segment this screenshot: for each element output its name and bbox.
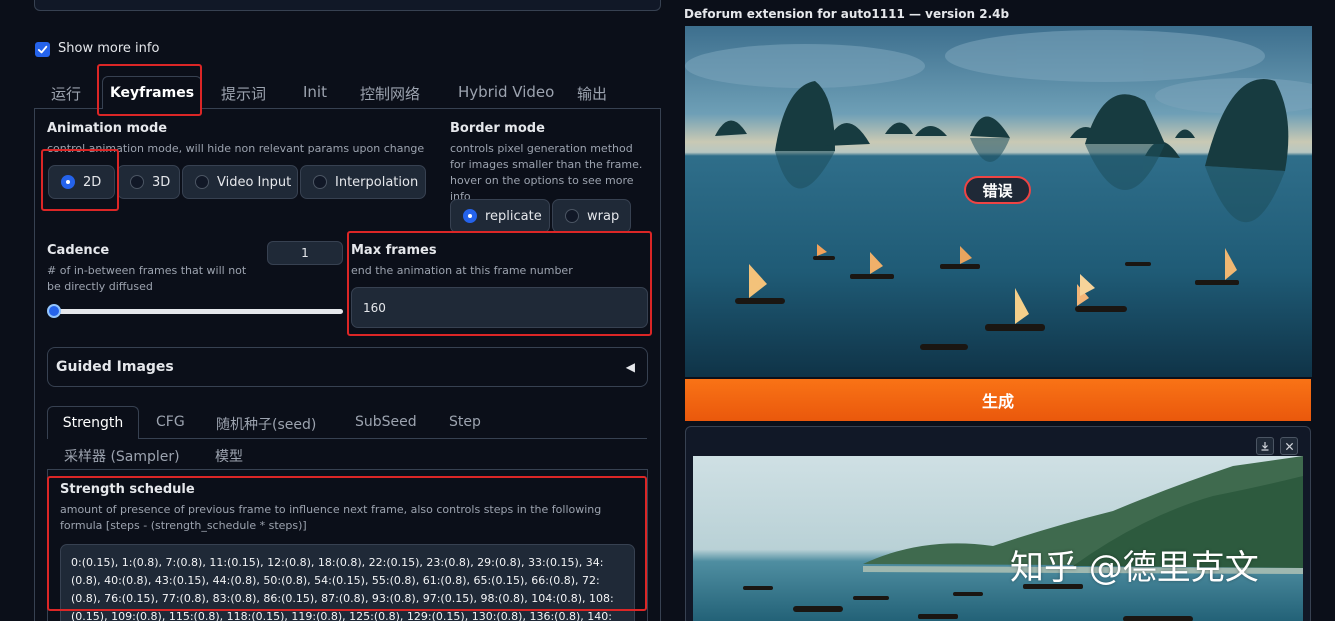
download-icon <box>1261 442 1269 451</box>
border-mode-replicate[interactable]: replicate <box>450 199 550 233</box>
subtab-cfg[interactable]: CFG <box>156 414 185 430</box>
radio-unselected-icon <box>565 209 579 223</box>
cadence-slider-thumb[interactable] <box>47 304 61 318</box>
border-mode-wrap[interactable]: wrap <box>552 199 631 233</box>
collapse-arrow-icon: ◀ <box>625 360 635 374</box>
guided-images-label: Guided Images <box>56 359 174 375</box>
animation-mode-interpolation[interactable]: Interpolation <box>300 165 426 199</box>
previous-section-box <box>34 0 661 11</box>
cadence-number-input[interactable]: 1 <box>267 241 343 265</box>
cadence-info: # of in-between frames that will not be … <box>47 264 247 293</box>
tab-controlnet[interactable]: 控制网络 <box>360 83 420 104</box>
animation-mode-video-input-label: Video Input <box>217 174 292 190</box>
show-more-info-label: Show more info <box>58 41 160 56</box>
cadence-label: Cadence <box>47 243 110 258</box>
animation-mode-3d[interactable]: 3D <box>117 165 180 199</box>
close-button[interactable] <box>1280 437 1298 455</box>
generate-button[interactable]: 生成 <box>685 379 1311 421</box>
tab-output[interactable]: 输出 <box>577 83 607 104</box>
guided-images-accordion[interactable]: Guided Images ◀ <box>47 347 648 387</box>
zhihu-watermark: 知乎 @德里克文 <box>1010 548 1259 588</box>
tab-init[interactable]: Init <box>303 83 327 101</box>
animation-mode-3d-label: 3D <box>152 174 171 190</box>
cadence-slider-track[interactable] <box>53 309 343 314</box>
subtab-sampler[interactable]: 采样器 (Sampler) <box>64 446 180 466</box>
show-more-info-checkbox[interactable] <box>35 42 50 57</box>
subtab-step[interactable]: Step <box>449 414 481 430</box>
highlight-strength-schedule <box>47 476 647 611</box>
highlight-max-frames <box>347 231 652 336</box>
animation-mode-interpolation-label: Interpolation <box>335 174 419 190</box>
checkmark-icon <box>37 45 48 54</box>
extension-version-title: Deforum extension for auto1111 — version… <box>684 7 1010 21</box>
subtab-divider <box>139 438 647 439</box>
error-badge: 错误 <box>964 176 1031 204</box>
animation-mode-label: Animation mode <box>47 121 168 136</box>
radio-unselected-icon <box>313 175 327 189</box>
border-mode-label: Border mode <box>450 121 545 136</box>
tab-hybrid-video[interactable]: Hybrid Video <box>458 83 554 101</box>
border-mode-info: controls pixel generation method for ima… <box>450 142 643 203</box>
radio-unselected-icon <box>130 175 144 189</box>
close-icon <box>1285 442 1293 450</box>
tab-run[interactable]: 运行 <box>51 83 81 104</box>
gallery-image-lake-art <box>693 456 1303 621</box>
subtab-model[interactable]: 模型 <box>215 446 243 466</box>
radio-unselected-icon <box>195 175 209 189</box>
subtab-subseed[interactable]: SubSeed <box>355 414 417 430</box>
subtab-strength[interactable]: Strength <box>47 406 139 439</box>
highlight-2d-option <box>41 149 119 211</box>
animation-mode-video-input[interactable]: Video Input <box>182 165 298 199</box>
tab-prompts[interactable]: 提示词 <box>221 83 266 104</box>
gallery-image-lake <box>693 456 1303 621</box>
border-mode-replicate-label: replicate <box>485 208 542 224</box>
download-button[interactable] <box>1256 437 1274 455</box>
subtab-seed[interactable]: 随机种子(seed) <box>216 414 316 434</box>
radio-selected-icon <box>463 209 477 223</box>
border-mode-wrap-label: wrap <box>587 208 620 224</box>
